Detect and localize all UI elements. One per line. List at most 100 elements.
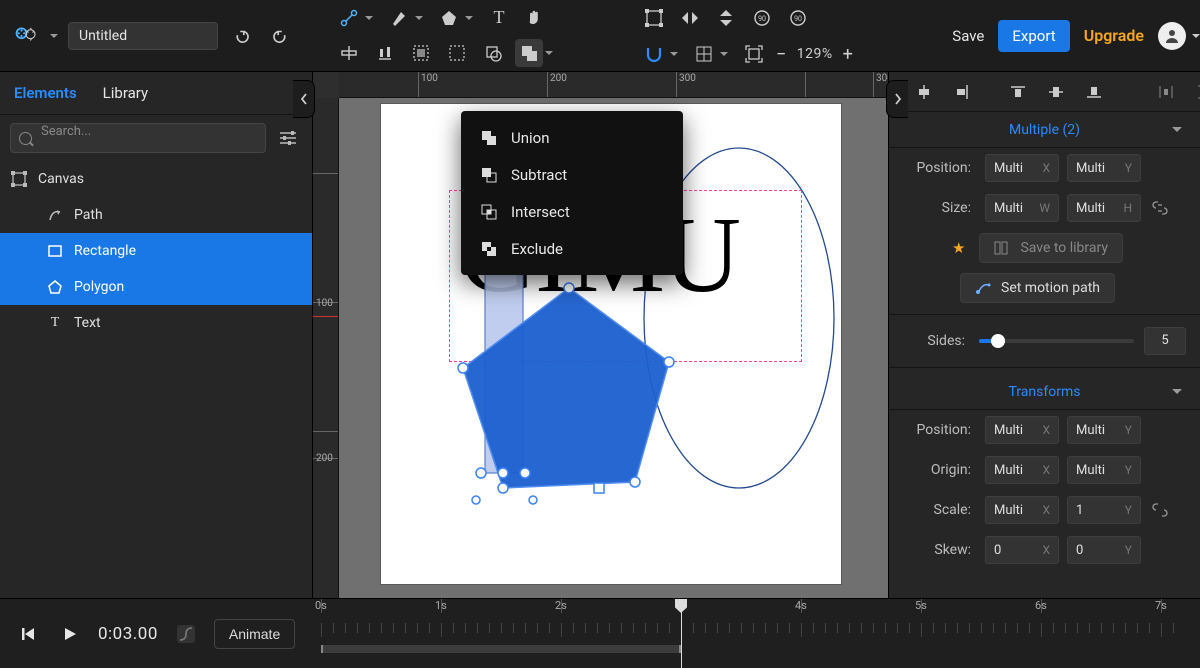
collapse-right-panel[interactable]: [886, 80, 908, 118]
collapse-left-panel[interactable]: [293, 80, 315, 118]
tr-position-y[interactable]: MultiY: [1067, 416, 1141, 444]
scale-link-toggle[interactable]: [1149, 499, 1171, 521]
account-menu[interactable]: [1158, 22, 1186, 50]
shape-tool[interactable]: [435, 4, 463, 32]
sides-value-input[interactable]: 5: [1144, 327, 1186, 355]
timeline-current-time[interactable]: 0:03.00: [98, 624, 158, 644]
canvas-stage[interactable]: GIMU Union: [339, 98, 888, 598]
path-icon: [46, 208, 64, 222]
timeline-play[interactable]: [56, 620, 84, 648]
tr-position-x[interactable]: MultiX: [985, 416, 1059, 444]
tree-item-label: Path: [74, 207, 103, 223]
tree-item-text[interactable]: T Text: [0, 305, 312, 341]
filename-input[interactable]: Untitled: [68, 22, 218, 50]
export-button[interactable]: Export: [998, 20, 1069, 52]
align-right[interactable]: [948, 78, 976, 106]
boolean-tool[interactable]: [515, 39, 543, 67]
size-w-input[interactable]: MultiW: [985, 194, 1059, 222]
distribute-h[interactable]: [1152, 78, 1180, 106]
fit-view[interactable]: [740, 40, 768, 68]
group-tool[interactable]: [407, 39, 435, 67]
origin-y[interactable]: MultiY: [1067, 456, 1141, 484]
timeline-track[interactable]: 0s 1s 2s 3s 4s 5s 6s 7s: [313, 599, 1200, 668]
position-x-input[interactable]: MultiX: [985, 154, 1059, 182]
origin-x[interactable]: MultiX: [985, 456, 1059, 484]
tr-position-label: Position:: [889, 422, 977, 438]
hand-tool[interactable]: [521, 4, 549, 32]
zoom-out[interactable]: −: [776, 44, 787, 65]
search-input[interactable]: Search...: [10, 123, 266, 153]
svg-text:90: 90: [758, 15, 766, 23]
tab-library[interactable]: Library: [103, 84, 148, 102]
dd-label: Union: [511, 129, 550, 147]
clip-tool[interactable]: [479, 39, 507, 67]
skew-x[interactable]: 0X: [985, 536, 1059, 564]
node-tool[interactable]: [335, 4, 363, 32]
tree-root-canvas[interactable]: Canvas: [0, 161, 312, 197]
library-icon: [994, 241, 1010, 255]
boolean-dropdown: Union Subtract Intersect Exclude: [461, 111, 683, 275]
search-placeholder: Search...: [41, 124, 91, 139]
boolean-intersect[interactable]: Intersect: [461, 193, 683, 230]
filter-button[interactable]: [274, 124, 302, 152]
set-motion-path-button[interactable]: Set motion path: [960, 273, 1115, 303]
boolean-subtract[interactable]: Subtract: [461, 156, 683, 193]
distribute-v[interactable]: [1190, 78, 1200, 106]
zoom-value[interactable]: 129%: [797, 46, 833, 62]
redo-button[interactable]: [266, 22, 294, 50]
tab-elements[interactable]: Elements: [14, 84, 77, 102]
align-hcenter[interactable]: [910, 78, 938, 106]
timeline-loop-range[interactable]: [321, 645, 681, 653]
snap-toggle[interactable]: [640, 40, 668, 68]
align-tool[interactable]: [335, 39, 363, 67]
tree-item-polygon[interactable]: Polygon: [0, 269, 312, 305]
align-bottom[interactable]: [1080, 78, 1108, 106]
size-link-toggle[interactable]: [1149, 197, 1171, 219]
favorite-icon[interactable]: ★: [952, 239, 965, 257]
bounding-box-toggle[interactable]: [640, 4, 668, 32]
rotate-ccw[interactable]: 90: [748, 4, 776, 32]
timeline-rewind[interactable]: [14, 620, 42, 648]
intersect-icon: [481, 204, 497, 220]
undo-button[interactable]: [228, 22, 256, 50]
scale-label: Scale:: [889, 502, 977, 518]
sides-slider[interactable]: [979, 339, 1134, 343]
tree-item-path[interactable]: Path: [0, 197, 312, 233]
union-icon: [481, 130, 497, 146]
rotate-cw[interactable]: 90: [784, 4, 812, 32]
align-toolbar: [889, 72, 1200, 112]
size-h-input[interactable]: MultiH: [1067, 194, 1141, 222]
origin-label: Origin:: [889, 462, 977, 478]
dd-label: Intersect: [511, 203, 570, 221]
upgrade-button[interactable]: Upgrade: [1084, 26, 1144, 45]
timeline-easing[interactable]: [172, 620, 200, 648]
app-settings-icon[interactable]: [12, 22, 40, 50]
flip-vertical[interactable]: [712, 4, 740, 32]
text-tool[interactable]: T: [485, 4, 513, 32]
filename-text: Untitled: [79, 28, 127, 44]
pen-tool[interactable]: [385, 4, 413, 32]
zoom-in[interactable]: +: [843, 44, 854, 65]
grid-toggle[interactable]: [690, 40, 718, 68]
transforms-header[interactable]: Transforms: [889, 374, 1200, 410]
app-menu-chevron[interactable]: [50, 34, 58, 38]
scale-x[interactable]: MultiX: [985, 496, 1059, 524]
align-vcenter[interactable]: [1042, 78, 1070, 106]
boolean-exclude[interactable]: Exclude: [461, 230, 683, 267]
tree-item-label: Rectangle: [74, 243, 136, 259]
scale-y[interactable]: 1Y: [1067, 496, 1141, 524]
tree-item-rectangle[interactable]: Rectangle: [0, 233, 312, 269]
mask-tool[interactable]: [443, 39, 471, 67]
position-y-input[interactable]: MultiY: [1067, 154, 1141, 182]
tree-item-label: Text: [74, 315, 101, 331]
skew-y[interactable]: 0Y: [1067, 536, 1141, 564]
flip-horizontal[interactable]: [676, 4, 704, 32]
animate-button[interactable]: Animate: [214, 619, 295, 649]
distribute-tool[interactable]: [371, 39, 399, 67]
rectangle-icon: [46, 244, 64, 258]
save-to-library-button[interactable]: Save to library: [979, 233, 1123, 263]
save-button[interactable]: Save: [952, 27, 984, 45]
selection-header[interactable]: Multiple (2): [889, 112, 1200, 148]
align-top[interactable]: [1004, 78, 1032, 106]
boolean-union[interactable]: Union: [461, 119, 683, 156]
